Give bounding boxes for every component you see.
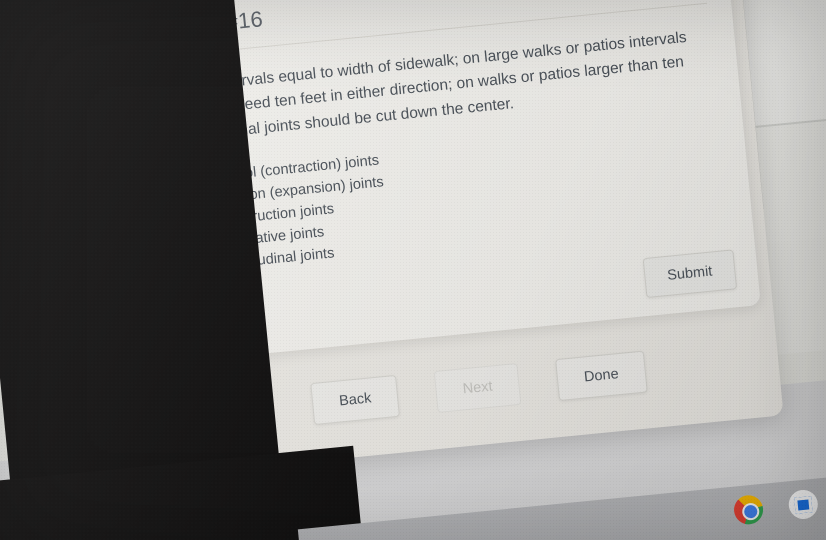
photographed-screen-scene: Question #16 Spaced at intervals equal t… [0, 0, 826, 540]
chrome-icon[interactable] [732, 493, 765, 526]
navigation-row: Back Next Done [310, 350, 648, 426]
submit-row: Submit [642, 249, 738, 299]
submit-button[interactable]: Submit [642, 249, 738, 299]
shelf-icon-tray: M [732, 478, 826, 526]
done-button[interactable]: Done [555, 350, 648, 402]
back-button[interactable]: Back [310, 374, 401, 426]
next-button: Next [433, 362, 522, 413]
google-slides-icon[interactable] [787, 488, 820, 521]
